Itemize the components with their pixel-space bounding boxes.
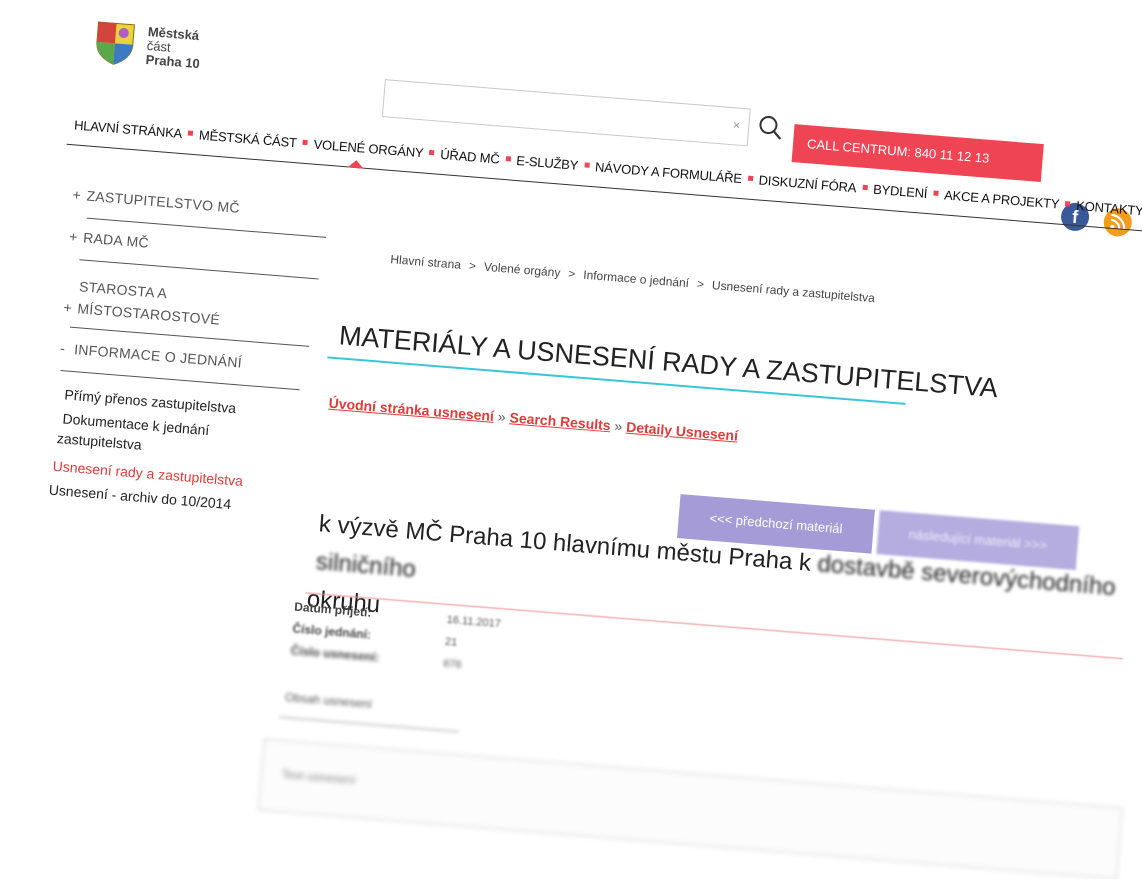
expand-icon: + (71, 186, 82, 204)
section-label-obsah: Obsah usnesení (284, 690, 373, 712)
sidebar-item-label: INFORMACE O JEDNÁNÍ (73, 341, 243, 371)
logo-line: Praha 10 (145, 51, 201, 72)
sidebar-item-zastupitelstvo[interactable]: + ZASTUPITELSTVO MČ (72, 186, 322, 222)
clear-icon[interactable]: × (732, 117, 741, 133)
breadcrumb-item[interactable]: Volené orgány (483, 260, 561, 280)
link-separator: » (613, 417, 623, 435)
text-box-content: Text usnesení (281, 767, 357, 788)
nav-separator (862, 184, 868, 190)
sidebar-divider (79, 259, 319, 280)
sidebar-item-label: RADA MČ (82, 229, 150, 251)
nav-separator (505, 155, 511, 162)
breadcrumb-separator: > (696, 276, 705, 292)
link-uvodni-stranka[interactable]: Úvodní stránka usnesení (328, 395, 494, 424)
breadcrumb-separator: > (468, 258, 477, 274)
sidebar-item-label: ZASTUPITELSTVO MČ (85, 187, 241, 216)
resolution-text-box: Text usnesení (257, 738, 1123, 879)
breadcrumb-separator: > (567, 266, 576, 282)
search-icon[interactable] (756, 113, 784, 141)
nav-item-volene-organy[interactable]: VOLENÉ ORGÁNY (313, 137, 424, 161)
breadcrumb-item[interactable]: Hlavní strana (390, 252, 462, 272)
nav-item-e-sluzby[interactable]: E-SLUŽBY (516, 153, 579, 173)
nav-item-bydleni[interactable]: BYDLENÍ (873, 182, 928, 201)
sidebar-item-informace[interactable]: - INFORMACE O JEDNÁNÍ (60, 340, 310, 376)
nav-item-mestska-cast[interactable]: MĚSTSKÁ ČÁST (198, 127, 297, 150)
nav-separator (933, 190, 939, 196)
breadcrumb-item[interactable]: Informace o jednání (583, 268, 690, 290)
page-title: MATERIÁLY A USNESENÍ RADY A ZASTUPITELST… (338, 320, 999, 404)
meta-value-cislo-jednani: 21 (444, 635, 458, 649)
nav-item-urad-mc[interactable]: ÚŘAD MČ (440, 147, 500, 167)
link-separator: » (497, 408, 507, 425)
nav-separator (187, 130, 194, 136)
nav-separator (302, 139, 309, 145)
nav-item-kontakty[interactable]: KONTAKTY (1076, 198, 1142, 218)
city-crest-logo[interactable] (93, 18, 137, 67)
sidebar-subitem-dokumentace[interactable]: Dokumentace k jednání zastupitelstva (56, 408, 210, 460)
nav-separator (747, 175, 754, 181)
active-nav-caret (347, 159, 365, 169)
link-detaily[interactable]: Detaily Usnesení (626, 419, 739, 444)
nav-item-akce-projekty[interactable]: AKCE A PROJEKTY (944, 187, 1060, 211)
logo-text[interactable]: Městská část Praha 10 (145, 24, 202, 72)
nav-separator (1065, 200, 1071, 207)
nav-item-diskuzni-fora[interactable]: DISKUZNÍ FÓRA (758, 172, 857, 195)
nav-separator (584, 162, 590, 168)
breadcrumb: Hlavní strana > Volené orgány > Informace o … (390, 252, 876, 305)
nav-item-navody[interactable]: NÁVODY A FORMULÁŘE (595, 159, 743, 186)
search-input[interactable]: × (381, 79, 751, 147)
nav-item-hlavni-stranka[interactable]: HLAVNÍ STRÁNKA (74, 117, 183, 141)
resolution-links: Úvodní stránka usnesení» Search Results» D… (328, 395, 739, 444)
breadcrumb-current: Usnesení rady a zastupitelstva (711, 278, 876, 306)
expand-icon: + (68, 228, 79, 245)
nav-separator (429, 149, 435, 156)
collapse-icon: - (59, 339, 66, 357)
call-centrum-button[interactable]: CALL CENTRUM: 840 11 12 13 (791, 124, 1044, 183)
meta-label-cislo-jednani: Číslo jednání: (291, 621, 372, 642)
meta-value-cislo-usneseni: 676 (442, 657, 462, 672)
section-divider (279, 716, 459, 733)
link-search-results[interactable]: Search Results (509, 409, 611, 433)
meta-label-cislo-usneseni: Číslo usnesení: (290, 643, 380, 665)
